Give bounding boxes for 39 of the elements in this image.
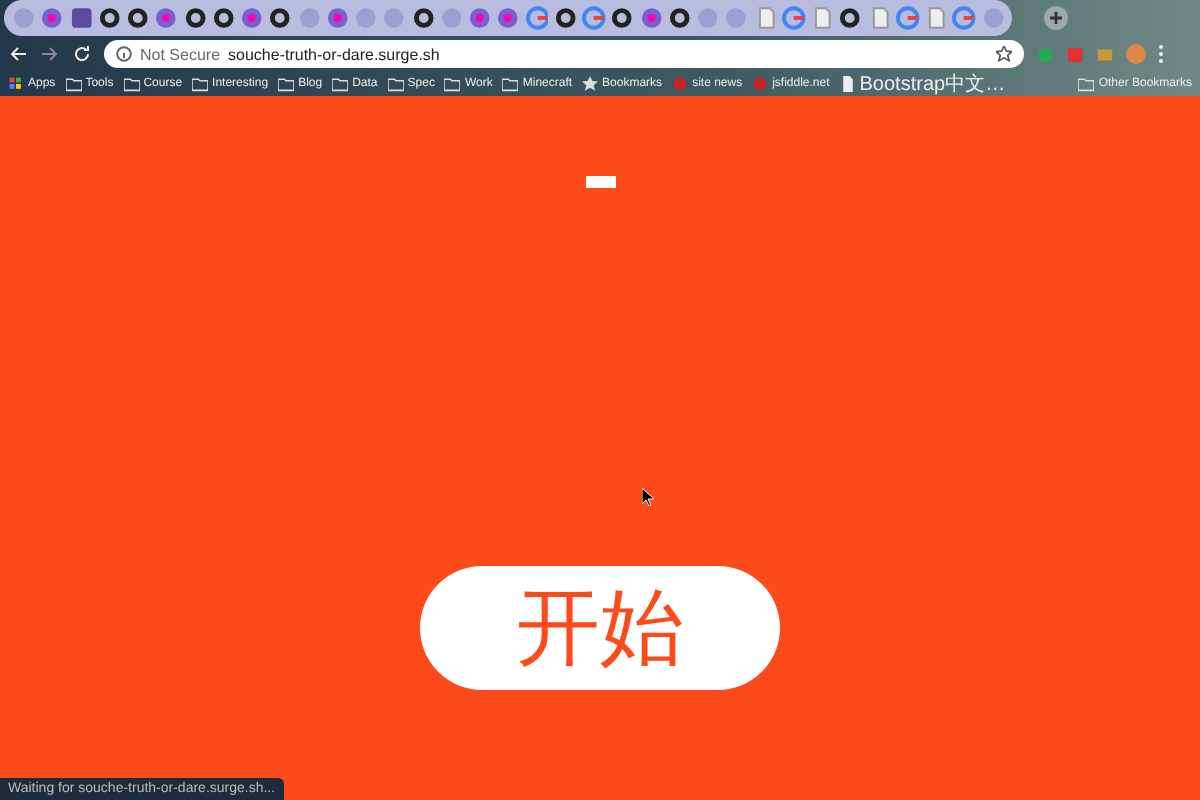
tab-favicon-icon[interactable] — [411, 6, 435, 30]
tab-favicon-icon[interactable] — [183, 6, 207, 30]
folder-icon — [192, 76, 209, 92]
apps-icon — [8, 76, 24, 92]
address-bar[interactable]: Not Secure souche-truth-or-dare.surge.sh — [104, 40, 1024, 68]
bookmark-link[interactable]: Bootstrap中文… — [839, 72, 1006, 96]
back-icon[interactable] — [8, 44, 28, 64]
star-icon — [582, 76, 599, 92]
reload-icon[interactable] — [72, 44, 92, 64]
forward-icon[interactable] — [40, 44, 60, 64]
tab-favicon-icon[interactable] — [610, 6, 634, 30]
tab-favicon-icon[interactable] — [667, 6, 691, 30]
folder-icon — [332, 76, 349, 92]
tab-favicon-icon[interactable] — [126, 6, 150, 30]
folder-icon — [278, 76, 295, 92]
tab-favicon-icon[interactable] — [97, 6, 121, 30]
tab-favicon-icon[interactable] — [553, 6, 577, 30]
cursor-icon — [642, 488, 654, 506]
url-text: souche-truth-or-dare.surge.sh — [228, 45, 440, 63]
site-icon — [672, 76, 689, 92]
menu-icon[interactable] — [1158, 44, 1164, 64]
folder-icon — [1078, 76, 1095, 92]
folder-icon — [123, 76, 140, 92]
tab-favicon-icon[interactable] — [268, 6, 292, 30]
tab-favicon-icon[interactable] — [69, 6, 93, 30]
folder-icon — [444, 76, 461, 92]
site-icon — [752, 76, 769, 92]
star-icon[interactable] — [996, 46, 1012, 62]
folder-icon — [502, 76, 519, 92]
new-tab-icon[interactable] — [1044, 6, 1068, 30]
avatar-icon[interactable] — [1126, 44, 1146, 64]
tab-favicon-icon[interactable] — [838, 6, 862, 30]
info-icon[interactable] — [116, 46, 132, 62]
folder-icon — [65, 76, 82, 92]
tab-favicon-icon[interactable] — [211, 6, 235, 30]
security-label: Not Secure — [140, 45, 221, 63]
loading-dash — [585, 176, 615, 188]
folder-icon — [387, 76, 404, 92]
page-icon — [839, 76, 856, 92]
